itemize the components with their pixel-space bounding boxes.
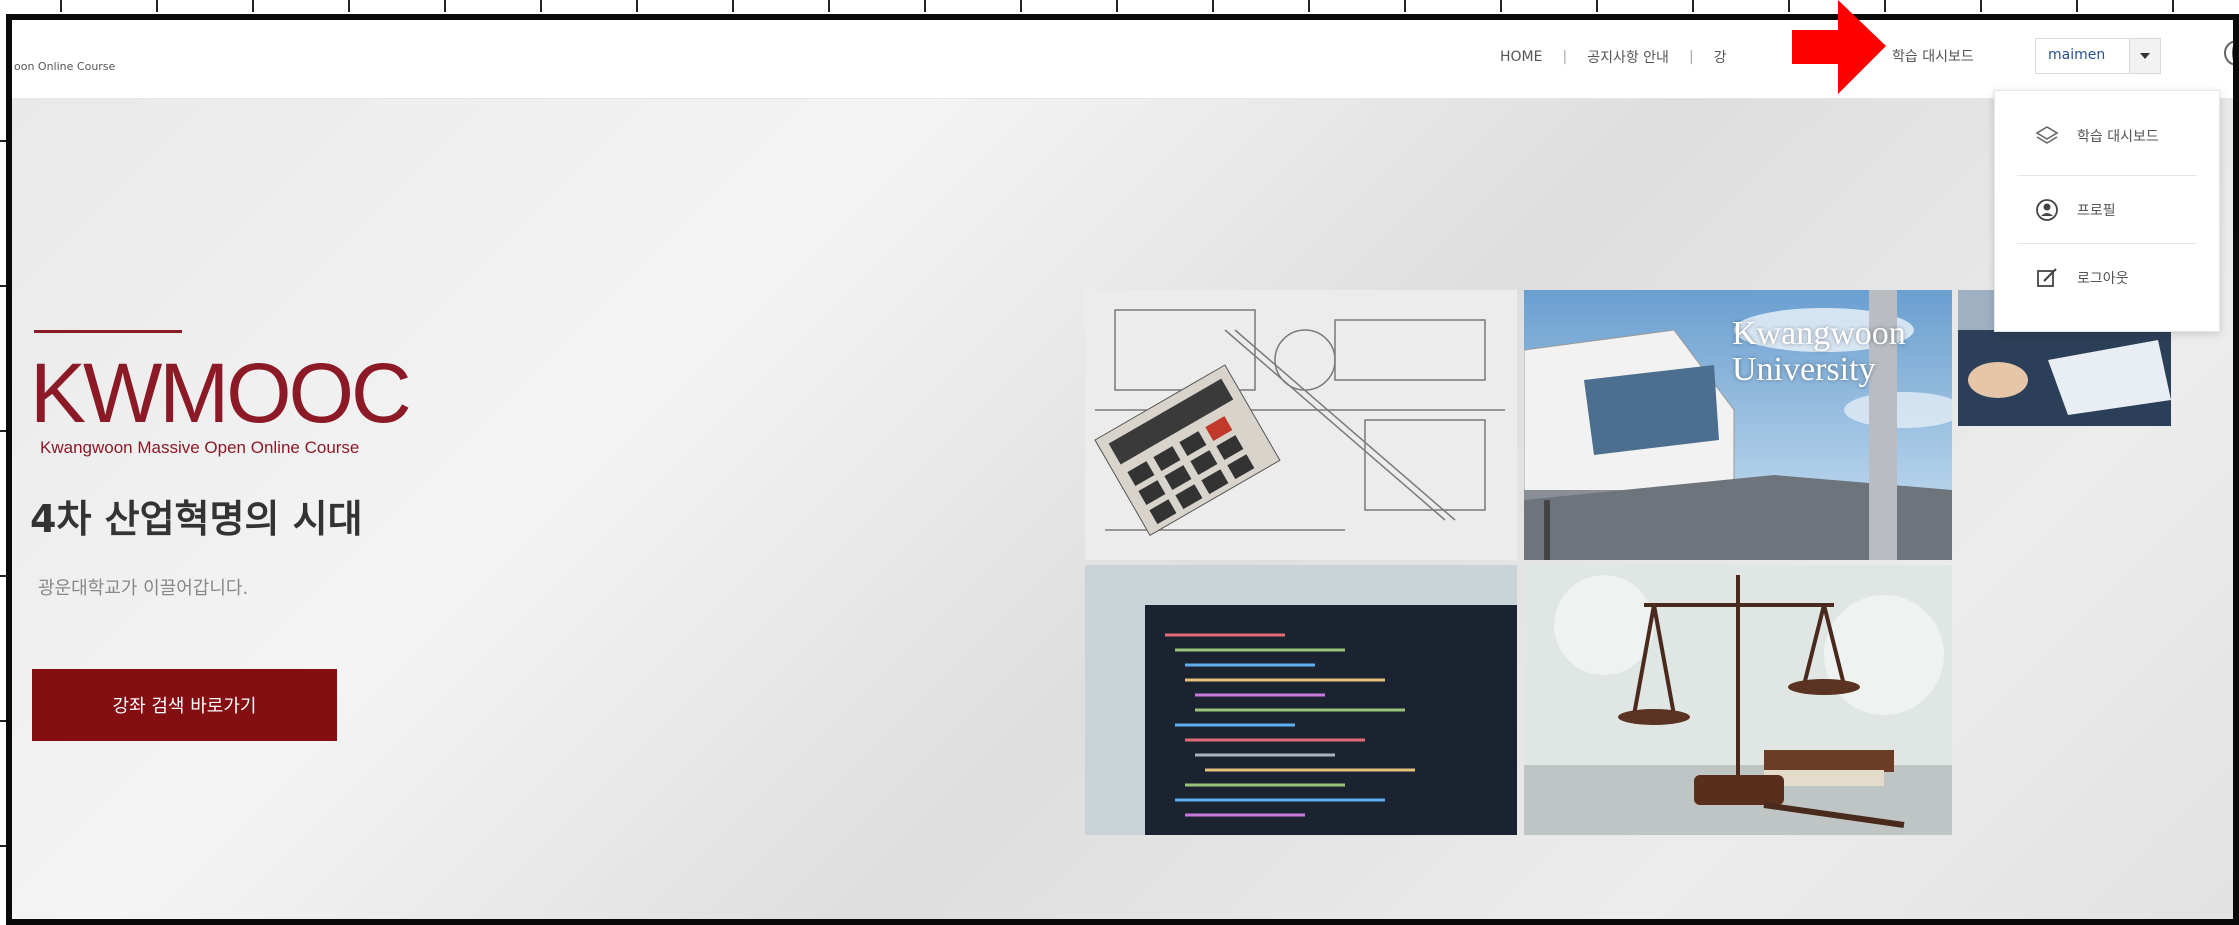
- user-dropdown-menu: 학습 대시보드 프로필 로그아웃: [1994, 90, 2220, 332]
- nav-course-link[interactable]: 강: [1714, 47, 1727, 67]
- user-circle-icon: [2036, 199, 2058, 221]
- logo-subtitle: Kwangwoon Massive Open Online Course: [40, 438, 360, 457]
- nav-separator: |: [1688, 49, 1694, 65]
- user-menu-select[interactable]: maimen: [2035, 38, 2161, 74]
- nav-separator: |: [1562, 49, 1568, 65]
- dropdown-label: 학습 대시보드: [2077, 129, 2159, 145]
- browser-frame: KWMOOC Kwangwoon Massive Open Online Cou…: [6, 14, 2239, 925]
- chevron-down-icon[interactable]: [2129, 39, 2160, 73]
- university-caption: Kwangwoon University: [1732, 316, 1906, 387]
- dropdown-item-logout[interactable]: 로그아웃: [1995, 247, 2219, 309]
- top-header: oon Online Course HOME | 공지사항 안내 | 강 학습 …: [12, 20, 2233, 99]
- nav-notice-link[interactable]: 공지사항 안내: [1587, 47, 1669, 67]
- caption-line-1: Kwangwoon: [1732, 315, 1906, 352]
- justice-scale-tile-image: [1524, 565, 1952, 835]
- top-ruler-marks: [0, 0, 2239, 14]
- code-laptop-tile-image: [1085, 565, 1517, 835]
- course-search-button[interactable]: 강좌 검색 바로가기: [32, 669, 337, 741]
- dropdown-divider: [2017, 243, 2197, 244]
- dropdown-item-profile[interactable]: 프로필: [1995, 179, 2219, 241]
- edit-icon: [2037, 268, 2057, 287]
- kwmooc-logo: KWMOOC: [30, 346, 412, 440]
- caption-line-2: University: [1732, 350, 1876, 388]
- red-arrow-annotation: [1792, 0, 1886, 94]
- dropdown-label: 프로필: [2077, 203, 2116, 219]
- dropdown-label: 로그아웃: [2077, 271, 2129, 287]
- dashboard-link[interactable]: 학습 대시보드: [1892, 46, 1974, 66]
- dropdown-item-dashboard[interactable]: 학습 대시보드: [1995, 105, 2219, 167]
- globe-icon[interactable]: [2224, 40, 2233, 66]
- hero-headline: 4차 산업혁명의 시대: [30, 497, 363, 541]
- hero-tagline: 광운대학교가 이끌어갑니다.: [38, 578, 249, 599]
- engineering-tile-image: [1085, 290, 1517, 560]
- layers-icon: [2035, 126, 2059, 144]
- main-nav: HOME | 공지사항 안내 | 강: [1500, 40, 1727, 74]
- nav-home-link[interactable]: HOME: [1500, 49, 1542, 65]
- site-subtitle: oon Online Course: [14, 60, 116, 73]
- logo-rule: [34, 330, 182, 333]
- university-building-tile-image: Kwangwoon University: [1524, 290, 1952, 560]
- username-label: maimen: [2048, 47, 2106, 63]
- dropdown-divider: [2017, 175, 2197, 176]
- hero-banner: KWMOOC Kwangwoon Massive Open Online Cou…: [12, 99, 2233, 919]
